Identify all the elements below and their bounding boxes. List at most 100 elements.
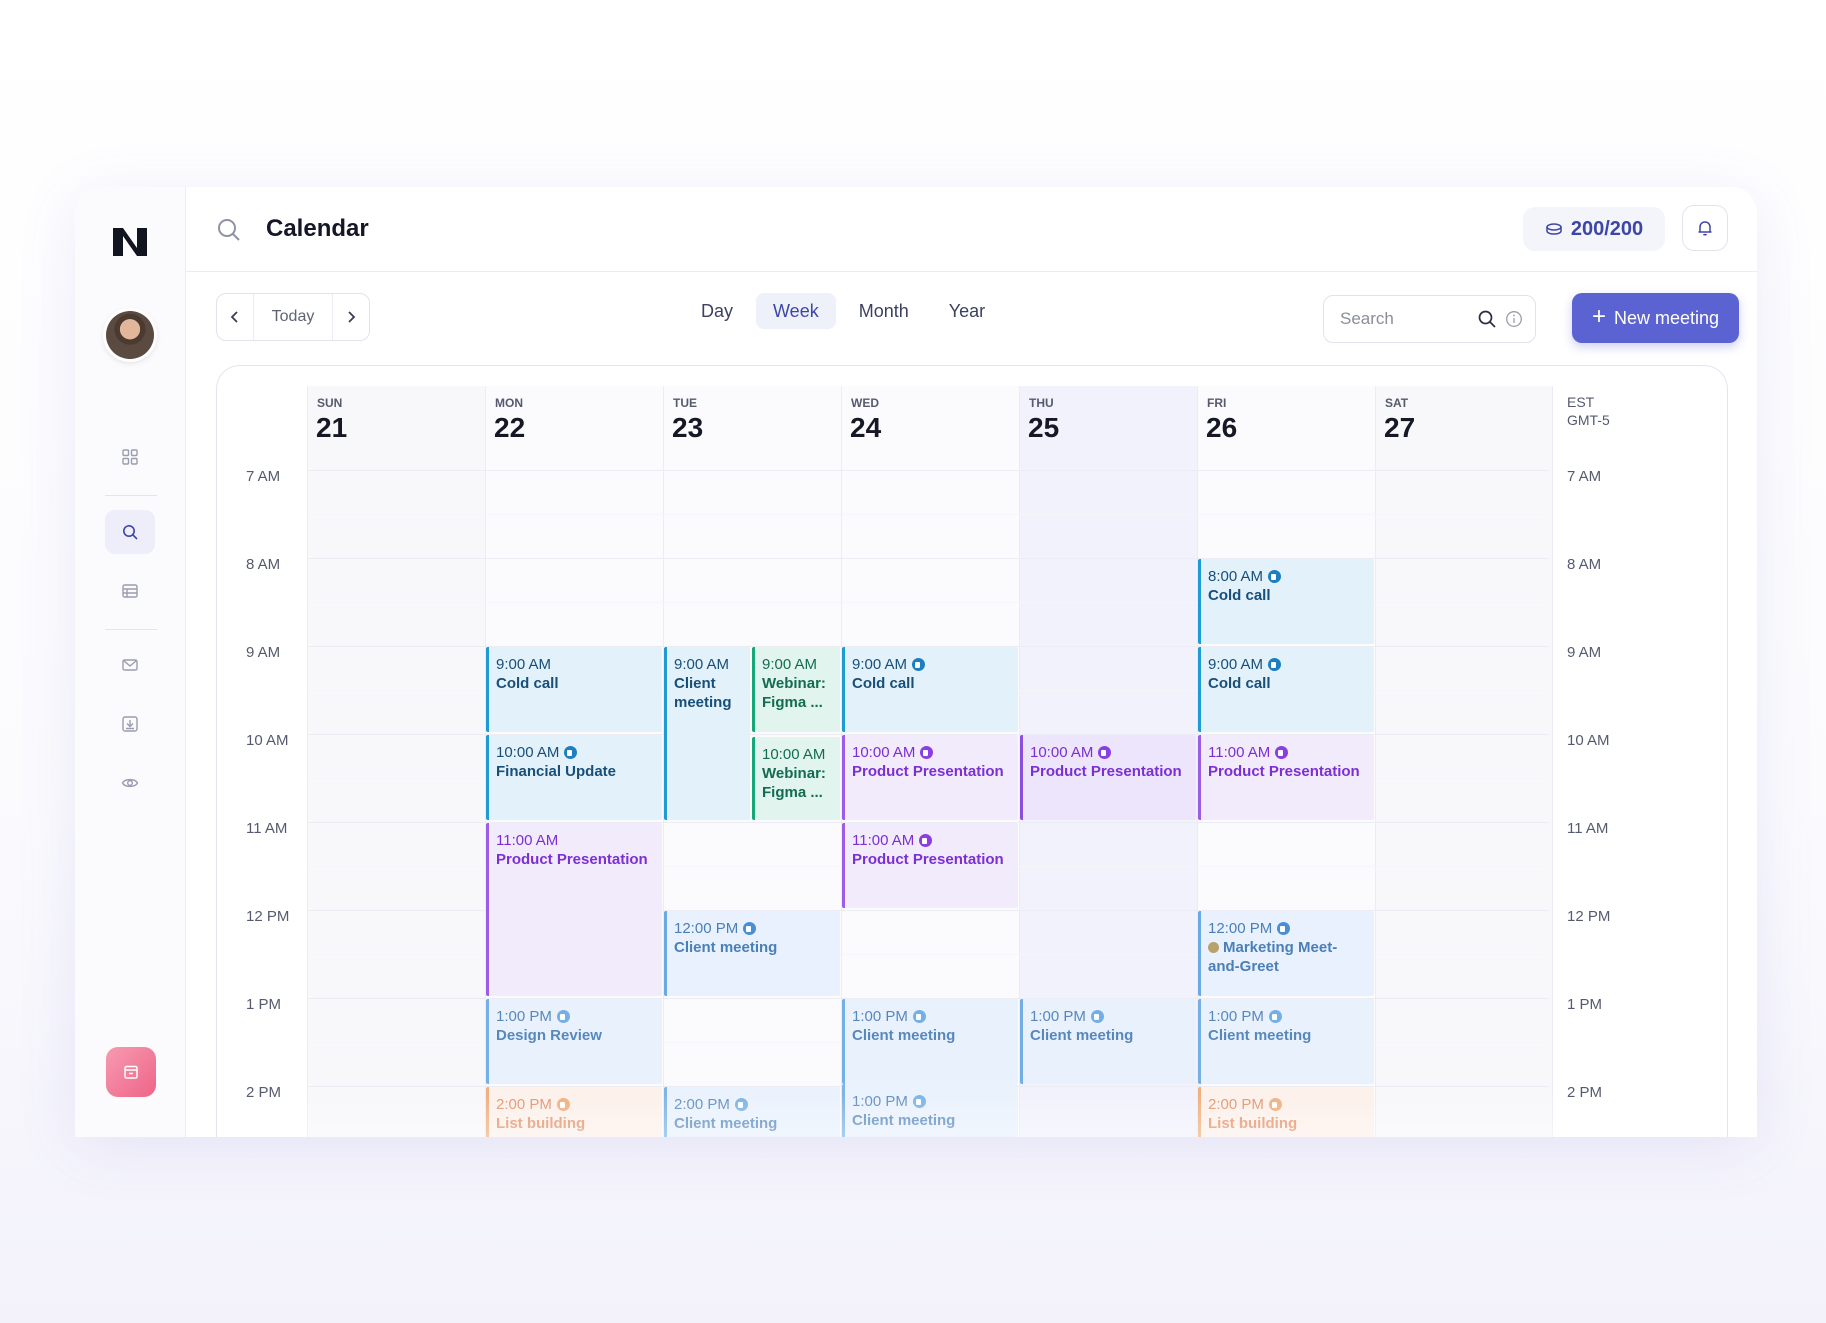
event-time: 1:00 PM [852,1007,1011,1026]
tab-week[interactable]: Week [756,293,836,329]
search-icon[interactable] [1477,309,1497,329]
video-icon [743,922,757,935]
n-logo[interactable] [111,222,149,260]
event-title: Cold call [496,675,559,692]
event-card[interactable]: 1:00 PM Design Review [486,999,662,1084]
day-of-week: MON [495,396,523,410]
event-card[interactable]: 8:00 AM Cold call [1198,559,1374,644]
day-number: 27 [1384,412,1416,443]
day-header: MON 22 [485,386,663,470]
next-week-button[interactable] [333,294,369,340]
hour-label: 8 AM [246,556,281,573]
event-card[interactable]: 10:00 AM Product Presentation [842,735,1018,820]
info-icon[interactable] [1505,310,1523,328]
video-icon [919,834,933,847]
event-card[interactable]: 2:00 PM Client meeting [664,1087,840,1137]
hour-label: 12 PM [1567,908,1611,925]
search-icon[interactable] [105,510,155,554]
sidebar [75,187,186,1137]
tab-month[interactable]: Month [842,293,926,329]
event-card[interactable]: 12:00 PM Client meeting [664,911,840,996]
event-time: 1:00 PM [1030,1007,1189,1026]
event-card[interactable]: 10:00 AM Financial Update [486,735,662,820]
day-of-week: SAT [1385,396,1409,410]
event-title: Client meeting [674,1115,778,1132]
new-meeting-button[interactable]: + New meeting [1572,293,1739,343]
week-calendar: SUN 21 MON 22 TUE 23 WED 24 THU 25 FRI 26 SAT 2… [216,365,1728,1137]
event-time: 11:00 AM [496,832,559,849]
event-card[interactable]: 12:00 PM Marketing Meet-and-Greet [1198,911,1374,996]
tab-day[interactable]: Day [684,293,750,329]
hour-label: 11 AM [1567,820,1609,837]
event-card[interactable]: 10:00 AM Webinar: Figma ... [752,737,840,820]
event-title: Product Presentation [496,851,648,868]
event-card[interactable]: 1:00 PM Client meeting [1198,999,1374,1084]
credits-badge[interactable]: 200/200 [1523,207,1665,251]
event-card[interactable]: 1:00 PM Client meeting [1020,999,1196,1084]
hour-line [307,470,1549,471]
user-avatar[interactable] [106,311,154,359]
calendar-app-icon[interactable] [106,1047,156,1097]
view-switcher: Day Week Month Year [684,293,1002,333]
prev-week-button[interactable] [217,294,253,340]
table-icon[interactable] [105,569,155,613]
event-card[interactable]: 10:00 AM Product Presentation [1020,735,1196,820]
date-navigation: Today [216,293,370,341]
hour-label: 9 AM [246,644,281,661]
event-time: 1:00 PM [852,1092,1011,1111]
event-title: Product Presentation [1030,763,1182,780]
event-card[interactable]: 9:00 AM Cold call [1198,647,1374,732]
day-number: 22 [494,412,526,443]
video-icon [912,1010,926,1023]
event-time: 10:00 AM [762,746,826,763]
event-card[interactable]: 9:00 AM Client meeting [664,647,750,820]
hour-label: 7 AM [246,468,281,485]
notifications-button[interactable] [1682,205,1728,251]
event-card[interactable]: 11:00 AM Product Presentation [842,823,1018,908]
video-icon [1275,746,1289,759]
event-card[interactable]: 1:00 PM Client meeting [842,999,1018,1084]
download-icon[interactable] [105,702,155,746]
tab-year[interactable]: Year [932,293,1002,329]
event-title: List building [496,1115,586,1132]
event-time: 12:00 PM [674,919,833,938]
event-card[interactable]: 2:00 PM List building [486,1087,662,1137]
event-title: Product Presentation [1208,763,1360,780]
video-icon [1277,922,1291,935]
event-card[interactable]: 2:00 PM List building [1198,1087,1374,1137]
hour-label: 9 AM [1567,644,1602,661]
video-icon [912,658,926,671]
event-card[interactable]: 1:00 PM Client meeting [842,1084,1018,1137]
event-time: 9:00 AM [852,655,1011,674]
event-card[interactable]: 9:00 AM Cold call [486,647,662,732]
day-number: 26 [1206,412,1238,443]
event-title: Client meeting [674,939,778,956]
day-column-sun[interactable] [307,386,485,1137]
event-title: Cold call [1208,675,1271,692]
eye-icon[interactable] [105,761,155,805]
search-icon[interactable] [216,217,242,243]
event-time: 9:00 AM [762,656,818,673]
video-icon [920,746,934,759]
mail-icon[interactable] [105,643,155,687]
event-card[interactable]: 11:00 AM Product Presentation [486,823,662,996]
event-title: Client meeting [1030,1027,1134,1044]
event-card[interactable]: 9:00 AM Cold call [842,647,1018,732]
hour-label: 11 AM [246,820,288,837]
grid-icon[interactable] [105,435,155,479]
event-time: 9:00 AM [496,656,552,673]
event-title: Design Review [496,1027,602,1044]
half-hour-line [307,514,1549,515]
hour-label: 1 PM [1567,996,1603,1013]
event-card[interactable]: 9:00 AM Webinar: Figma ... [752,647,840,732]
today-button[interactable]: Today [253,294,333,340]
bell-icon [1698,221,1712,236]
search-input[interactable] [1338,308,1469,330]
event-title: Client meeting [1208,1027,1312,1044]
event-card[interactable]: 11:00 AM Product Presentation [1198,735,1374,820]
event-title: Webinar: Figma ... [762,675,826,711]
event-title: Cold call [1208,587,1271,604]
event-time: 1:00 PM [496,1007,655,1026]
day-column-sat[interactable] [1375,386,1553,1137]
video-icon [912,1095,926,1108]
